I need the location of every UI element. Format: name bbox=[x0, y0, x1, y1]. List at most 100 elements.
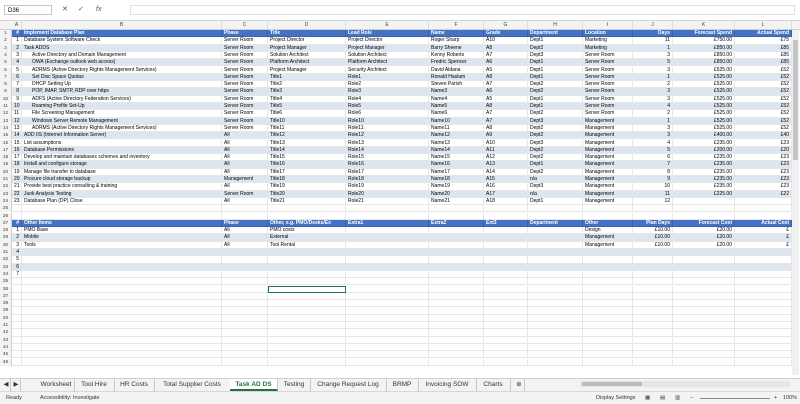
header-cell[interactable]: Plan Days bbox=[633, 219, 673, 228]
cell[interactable]: PMO costs bbox=[268, 227, 346, 235]
cell[interactable] bbox=[346, 263, 429, 271]
cell[interactable]: 3 bbox=[12, 51, 22, 60]
sheet-tab-invoicing-sow[interactable]: Invoicing SOW bbox=[418, 379, 477, 391]
cell[interactable]: £22 bbox=[735, 190, 792, 198]
cell[interactable]: Management bbox=[583, 161, 633, 169]
cell[interactable]: 1 bbox=[633, 117, 673, 125]
row-number[interactable]: 17 bbox=[0, 146, 12, 155]
add-sheet-icon[interactable]: ⊕ bbox=[514, 379, 525, 391]
row-number[interactable]: 46 bbox=[0, 358, 12, 366]
cell[interactable] bbox=[12, 212, 22, 220]
cell[interactable]: Role11 bbox=[346, 124, 429, 133]
cell[interactable]: Role18 bbox=[346, 176, 429, 184]
header-cell[interactable]: Extra1 bbox=[346, 219, 429, 228]
cell[interactable]: £52 bbox=[735, 95, 792, 103]
cell[interactable] bbox=[528, 336, 583, 344]
sheet-tab-task-ad-ds[interactable]: Task AD DS bbox=[230, 379, 278, 391]
cell[interactable]: Server Room bbox=[222, 73, 268, 82]
row-number[interactable]: 3 bbox=[0, 44, 12, 52]
cell[interactable]: 3 bbox=[633, 66, 673, 74]
cell[interactable]: Marketing bbox=[583, 37, 633, 45]
row-number[interactable]: 11 bbox=[0, 103, 12, 111]
cell[interactable] bbox=[222, 285, 268, 293]
cell[interactable]: Security Architect bbox=[346, 66, 429, 74]
cell[interactable] bbox=[222, 314, 268, 322]
cell[interactable] bbox=[633, 351, 673, 359]
cell[interactable]: 22 bbox=[12, 190, 22, 198]
cell[interactable] bbox=[346, 322, 429, 330]
cell[interactable] bbox=[346, 285, 429, 293]
cell[interactable] bbox=[268, 205, 346, 213]
cell[interactable]: A10 bbox=[484, 139, 528, 147]
cell[interactable] bbox=[22, 358, 222, 366]
cell[interactable] bbox=[484, 300, 528, 308]
cell[interactable]: DHCP Setting Up bbox=[22, 81, 222, 89]
cell[interactable] bbox=[268, 263, 346, 271]
cell[interactable] bbox=[528, 205, 583, 213]
cell[interactable]: Server Room bbox=[583, 73, 633, 82]
header-cell[interactable]: Other Items bbox=[22, 219, 222, 228]
cell[interactable] bbox=[633, 249, 673, 257]
cell[interactable] bbox=[633, 343, 673, 352]
cell[interactable] bbox=[633, 322, 673, 330]
header-cell[interactable]: Grade bbox=[484, 30, 528, 38]
row-number[interactable]: 16 bbox=[0, 139, 12, 147]
cell[interactable] bbox=[735, 329, 792, 337]
cell[interactable] bbox=[222, 292, 268, 301]
cell[interactable]: Server Room bbox=[222, 59, 268, 67]
cell[interactable]: Install and configure storage bbox=[22, 161, 222, 169]
cell[interactable] bbox=[633, 270, 673, 279]
cell[interactable]: 11 bbox=[633, 37, 673, 45]
cell[interactable] bbox=[583, 329, 633, 337]
cell[interactable]: 12 bbox=[633, 197, 673, 206]
cell[interactable]: 4 bbox=[633, 103, 673, 111]
cell[interactable] bbox=[735, 270, 792, 279]
cell[interactable]: £23 bbox=[735, 139, 792, 147]
cell[interactable]: £52 bbox=[735, 73, 792, 82]
accessibility-status[interactable]: Accessibility: Investigate bbox=[40, 392, 100, 404]
cell[interactable] bbox=[484, 329, 528, 337]
row-number[interactable]: 5 bbox=[0, 59, 12, 67]
row-number[interactable]: 33 bbox=[0, 263, 12, 271]
cell[interactable] bbox=[633, 314, 673, 322]
cell[interactable]: A14 bbox=[484, 168, 528, 176]
cell[interactable]: Server Room bbox=[583, 81, 633, 89]
cell[interactable]: All bbox=[222, 146, 268, 155]
cell[interactable]: 2 bbox=[12, 234, 22, 242]
cell[interactable]: £525.00 bbox=[673, 124, 735, 133]
cell[interactable]: Name17 bbox=[429, 168, 484, 176]
cell[interactable] bbox=[528, 227, 583, 235]
cell[interactable]: Dept2 bbox=[528, 132, 583, 140]
cell[interactable] bbox=[346, 234, 429, 242]
header-cell[interactable]: Other bbox=[583, 219, 633, 228]
cell[interactable] bbox=[528, 278, 583, 286]
zoom-out-icon[interactable]: − bbox=[690, 392, 693, 404]
cell[interactable]: 13 bbox=[12, 124, 22, 133]
cell[interactable]: 7 bbox=[12, 81, 22, 89]
cell[interactable]: 11 bbox=[12, 110, 22, 118]
column-header-l[interactable]: L bbox=[735, 21, 792, 29]
sheet-tab-change-request-log[interactable]: Change Request Log bbox=[310, 379, 387, 391]
cell[interactable] bbox=[484, 263, 528, 271]
cell[interactable] bbox=[484, 314, 528, 322]
cell[interactable] bbox=[528, 300, 583, 308]
cell[interactable]: A13 bbox=[484, 161, 528, 169]
cell[interactable] bbox=[583, 314, 633, 322]
header-cell[interactable]: Phase bbox=[222, 219, 268, 228]
cell[interactable] bbox=[673, 278, 735, 286]
cell[interactable]: £235.00 bbox=[673, 154, 735, 162]
cell[interactable]: 6 bbox=[12, 263, 22, 271]
cell[interactable] bbox=[346, 307, 429, 315]
cell[interactable] bbox=[222, 212, 268, 220]
column-header-g[interactable]: G bbox=[484, 21, 528, 29]
cell[interactable] bbox=[633, 263, 673, 271]
cell[interactable]: Dept1 bbox=[528, 66, 583, 74]
cell[interactable]: Server Room bbox=[583, 110, 633, 118]
cell[interactable]: Roger Sharp bbox=[429, 37, 484, 45]
cell[interactable] bbox=[268, 343, 346, 352]
cell[interactable] bbox=[484, 234, 528, 242]
cell[interactable]: Title16 bbox=[268, 161, 346, 169]
cell[interactable]: Server Room bbox=[583, 88, 633, 96]
cell[interactable]: A8 bbox=[484, 73, 528, 82]
cell[interactable]: 1 bbox=[12, 227, 22, 235]
